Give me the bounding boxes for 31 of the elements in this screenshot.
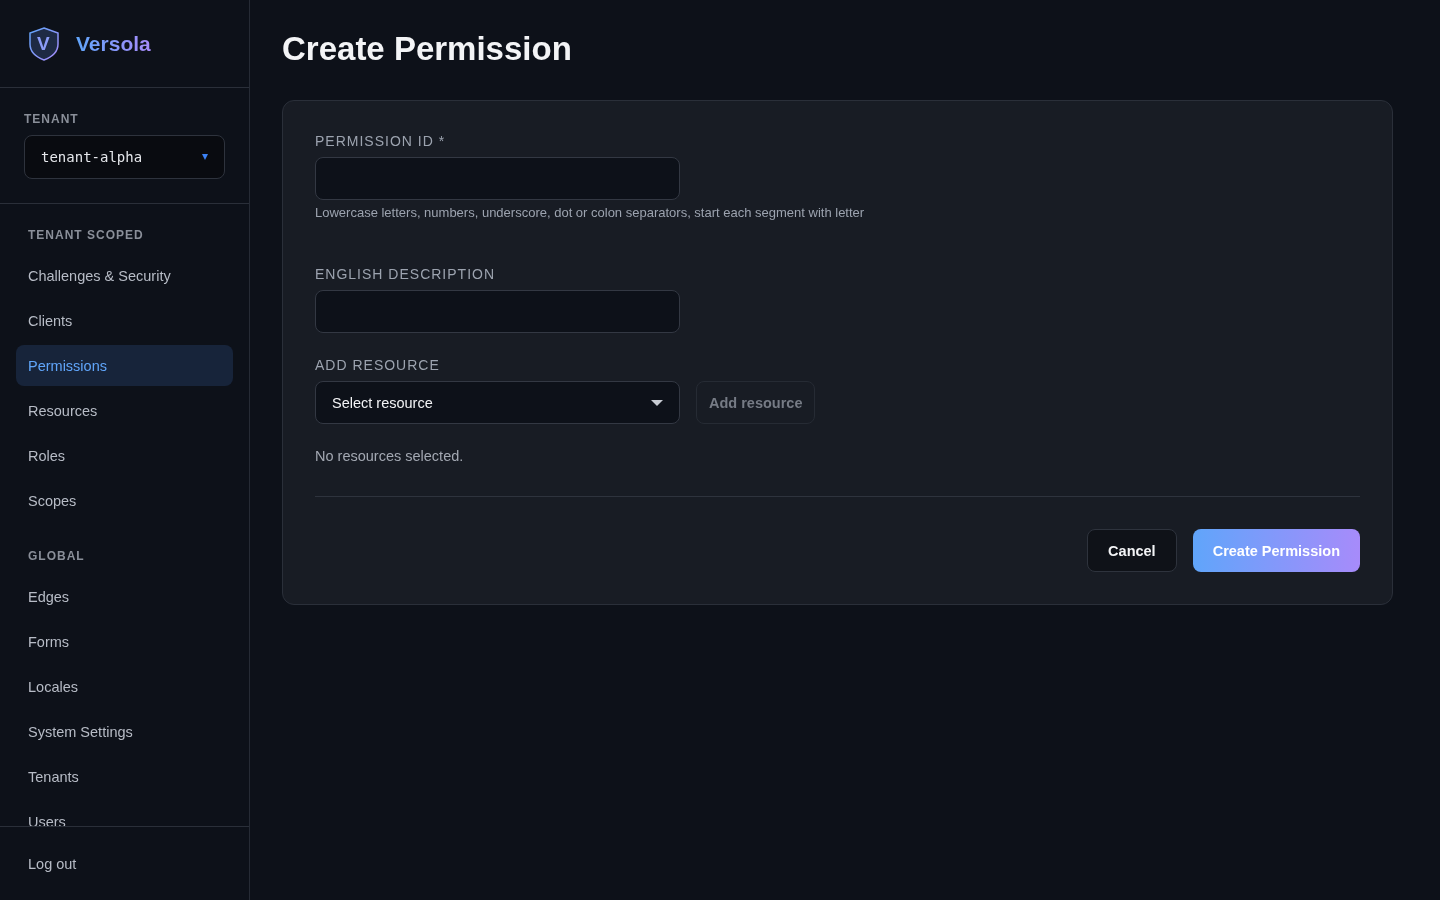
empty-text: No resources selected. [315,448,465,464]
field-label: ENGLISH DESCRIPTION [315,266,497,282]
input-field[interactable] [315,157,680,200]
nav-item[interactable]: Roles [16,435,233,476]
tenant-label: TENANT [24,112,80,126]
nav-item[interactable]: Permissions [16,345,233,386]
nav-item[interactable]: Challenges & Security [16,255,233,296]
tenant-select[interactable]: tenant-alpha [24,135,225,179]
resource-select[interactable]: Select resource [315,381,680,424]
field-label: PERMISSION ID * [315,133,447,149]
nav-section-title: GLOBAL [27,548,86,565]
page-title: Create Permission [282,30,573,68]
field-label: ADD RESOURCE [315,357,441,373]
shield-logo-icon [27,25,61,62]
nav-item[interactable]: Tenants [16,756,233,797]
nav-item[interactable]: Users [16,801,233,826]
cancel-button[interactable]: Cancel [1087,529,1177,572]
nav-item[interactable]: Forms [16,621,233,662]
caret-icon [651,399,663,406]
nav-item[interactable]: Resources [16,390,233,431]
logout-link[interactable]: Log out [16,855,89,872]
field-hint: Lowercase letters, numbers, underscore, dot or colon separators, start each segment with letter [315,205,866,220]
nav-item[interactable]: Clients [16,300,233,341]
nav-item[interactable]: Locales [16,666,233,707]
nav-item[interactable]: Scopes [16,480,233,521]
logo-letter: V [37,33,50,55]
nav-section-title: TENANT SCOPED [27,227,145,244]
input-field[interactable] [315,290,680,333]
nav-item[interactable]: System Settings [16,711,233,752]
caret-icon [202,154,208,160]
nav-item[interactable]: Edges [16,576,233,617]
